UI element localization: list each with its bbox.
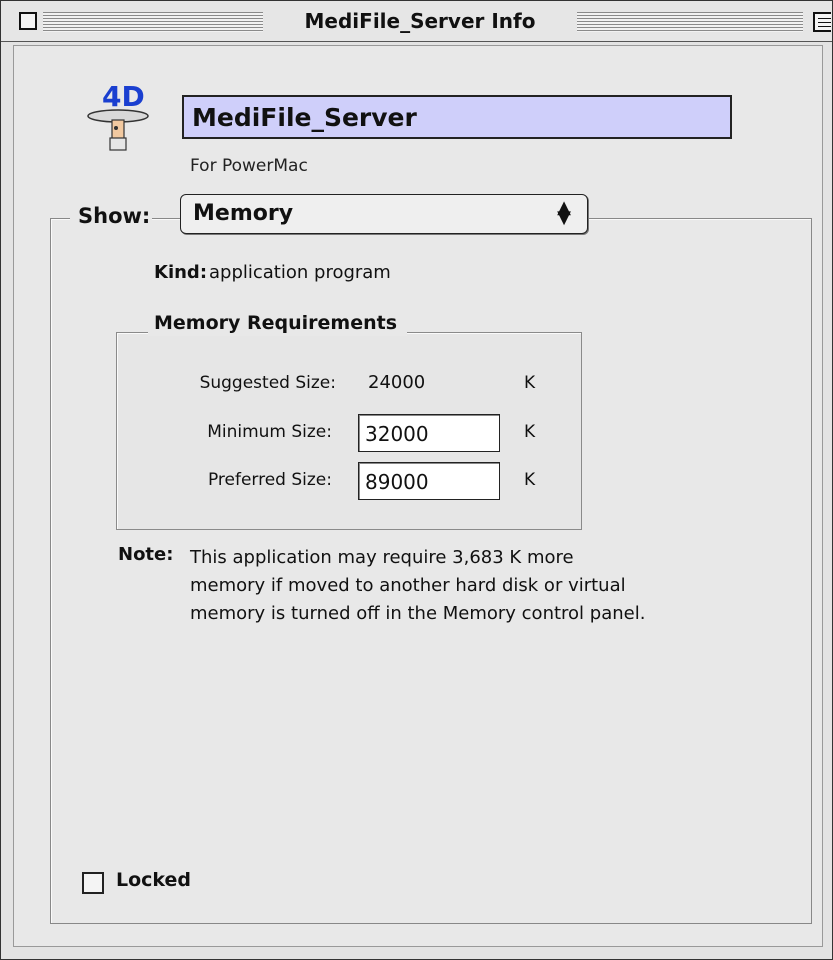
- application-name-field[interactable]: MediFile_Server: [182, 95, 732, 139]
- suggested-size-label: Suggested Size:: [199, 373, 336, 393]
- collapse-box-icon[interactable]: [813, 12, 831, 32]
- preferred-size-unit: K: [524, 470, 536, 490]
- memory-requirements-title: Memory Requirements: [148, 310, 408, 336]
- info-content: 4D MediFile_Server For PowerMac Show: Me…: [13, 45, 823, 947]
- platform-label: For PowerMac: [190, 156, 308, 176]
- preferred-size-label: Preferred Size:: [207, 470, 332, 490]
- minimum-size-unit: K: [524, 422, 536, 442]
- note-line: memory is turned off in the Memory contr…: [190, 603, 646, 624]
- suggested-size-unit: K: [524, 373, 536, 393]
- note-line: memory if moved to another hard disk or …: [190, 575, 626, 596]
- svg-text:4D: 4D: [102, 80, 145, 113]
- show-popup-menu[interactable]: Memory ▲ ▼: [180, 194, 588, 234]
- locked-checkbox[interactable]: [82, 872, 104, 894]
- suggested-size-value: 24000: [368, 372, 426, 393]
- minimum-size-label: Minimum Size:: [207, 422, 332, 442]
- note-label: Note:: [118, 544, 174, 565]
- 4d-application-icon: 4D: [87, 80, 149, 151]
- kind-value: application program: [209, 262, 391, 283]
- close-box-icon[interactable]: [19, 12, 37, 30]
- note-line: This application may require 3,683 K mor…: [190, 547, 574, 568]
- kind-label: Kind:: [154, 262, 208, 283]
- show-label: Show:: [70, 200, 153, 232]
- title-bar[interactable]: MediFile_Server Info: [1, 1, 832, 42]
- note-text: This application may require 3,683 K mor…: [190, 544, 830, 628]
- minimum-size-field[interactable]: 32000: [358, 414, 500, 452]
- info-window: MediFile_Server Info 4D MediFile_Server …: [0, 0, 833, 960]
- preferred-size-field[interactable]: 89000: [358, 462, 500, 500]
- popup-arrows-icon: ▲ ▼: [557, 197, 571, 228]
- locked-label[interactable]: Locked: [116, 869, 191, 891]
- window-title: MediFile_Server Info: [263, 9, 577, 33]
- show-popup-value: Memory: [193, 201, 294, 226]
